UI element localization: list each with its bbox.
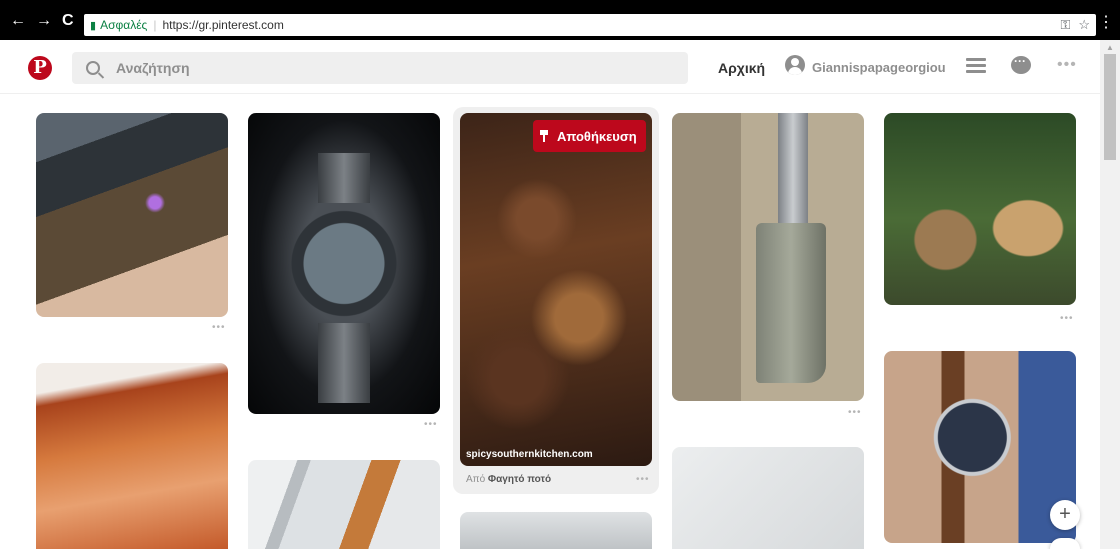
pin-more-options[interactable]: •••: [636, 474, 650, 485]
watch-band-top: [318, 153, 370, 203]
secure-label: Ασφαλές: [100, 18, 148, 32]
search-input[interactable]: [116, 60, 636, 76]
messages-icon[interactable]: [1011, 54, 1031, 74]
pin-source-board[interactable]: Φαγητό ποτό: [488, 474, 551, 485]
pin-boot-image[interactable]: [672, 113, 864, 401]
save-pin-label: Αποθήκευση: [557, 128, 637, 144]
pin-domain-link[interactable]: spicysouthernkitchen.com: [466, 449, 593, 460]
profile-username[interactable]: Giannispapageorgiou: [812, 60, 946, 75]
pin-steak-image[interactable]: [460, 113, 652, 466]
key-icon[interactable]: ⚿: [1060, 17, 1070, 33]
lock-icon: ▮: [90, 19, 97, 32]
page-scrollbar[interactable]: ▲: [1100, 40, 1120, 549]
pin-cup-image[interactable]: [460, 512, 652, 549]
pinterest-header: P Αρχική Giannispapageorgiou •••: [0, 40, 1100, 94]
address-bar[interactable]: ▮ Ασφαλές | https://gr.pinterest.com ⚿ ☆: [84, 14, 1096, 36]
save-pin-button[interactable]: Αποθήκευση: [533, 120, 646, 152]
pin-wristwatch-image[interactable]: [884, 351, 1076, 543]
pin-more-options[interactable]: •••: [848, 407, 862, 418]
avatar-icon[interactable]: [785, 55, 805, 75]
home-link[interactable]: Αρχική: [718, 60, 765, 76]
help-button[interactable]: [1050, 538, 1080, 549]
pin-lighter-image[interactable]: [36, 113, 228, 317]
more-options-icon[interactable]: •••: [1057, 56, 1077, 74]
reload-icon[interactable]: C: [62, 13, 74, 29]
pin-source: Από Φαγητό ποτό: [466, 474, 551, 485]
forward-icon[interactable]: →: [36, 13, 52, 29]
pin-woodwork-image[interactable]: [248, 460, 440, 549]
scrollbar-thumb[interactable]: [1104, 54, 1116, 160]
address-separator: |: [153, 18, 157, 32]
pin-more-options[interactable]: •••: [212, 322, 226, 333]
add-pin-button[interactable]: +: [1050, 500, 1080, 530]
pushpin-icon: [540, 130, 551, 142]
pin-white-image[interactable]: [672, 447, 864, 549]
address-bar-actions: ⚿ ☆: [1060, 17, 1090, 33]
bookmark-star-icon[interactable]: ☆: [1078, 17, 1090, 33]
pin-wooden-box-image[interactable]: [884, 113, 1076, 305]
boot-shape: [756, 223, 826, 383]
scroll-up-arrow-icon[interactable]: ▲: [1106, 43, 1114, 52]
browser-chrome: ← → C ▮ Ασφαλές | https://gr.pinterest.c…: [0, 0, 1120, 40]
pin-salmon-image[interactable]: [36, 363, 228, 549]
pin-source-prefix: Από: [466, 474, 486, 485]
pin-more-options[interactable]: •••: [1060, 313, 1074, 324]
pin-more-options[interactable]: •••: [424, 419, 438, 430]
url-text[interactable]: https://gr.pinterest.com: [162, 18, 283, 32]
menu-icon[interactable]: [966, 58, 986, 74]
back-icon[interactable]: ←: [10, 13, 26, 29]
drainpipe-shape: [778, 113, 808, 223]
watch-band-bottom: [318, 323, 370, 403]
pinterest-logo-icon[interactable]: P: [28, 56, 52, 80]
browser-menu-icon[interactable]: ⋮: [1098, 12, 1114, 32]
search-bar[interactable]: [72, 52, 688, 84]
pin-watch-image[interactable]: [248, 113, 440, 414]
search-icon: [86, 61, 100, 75]
